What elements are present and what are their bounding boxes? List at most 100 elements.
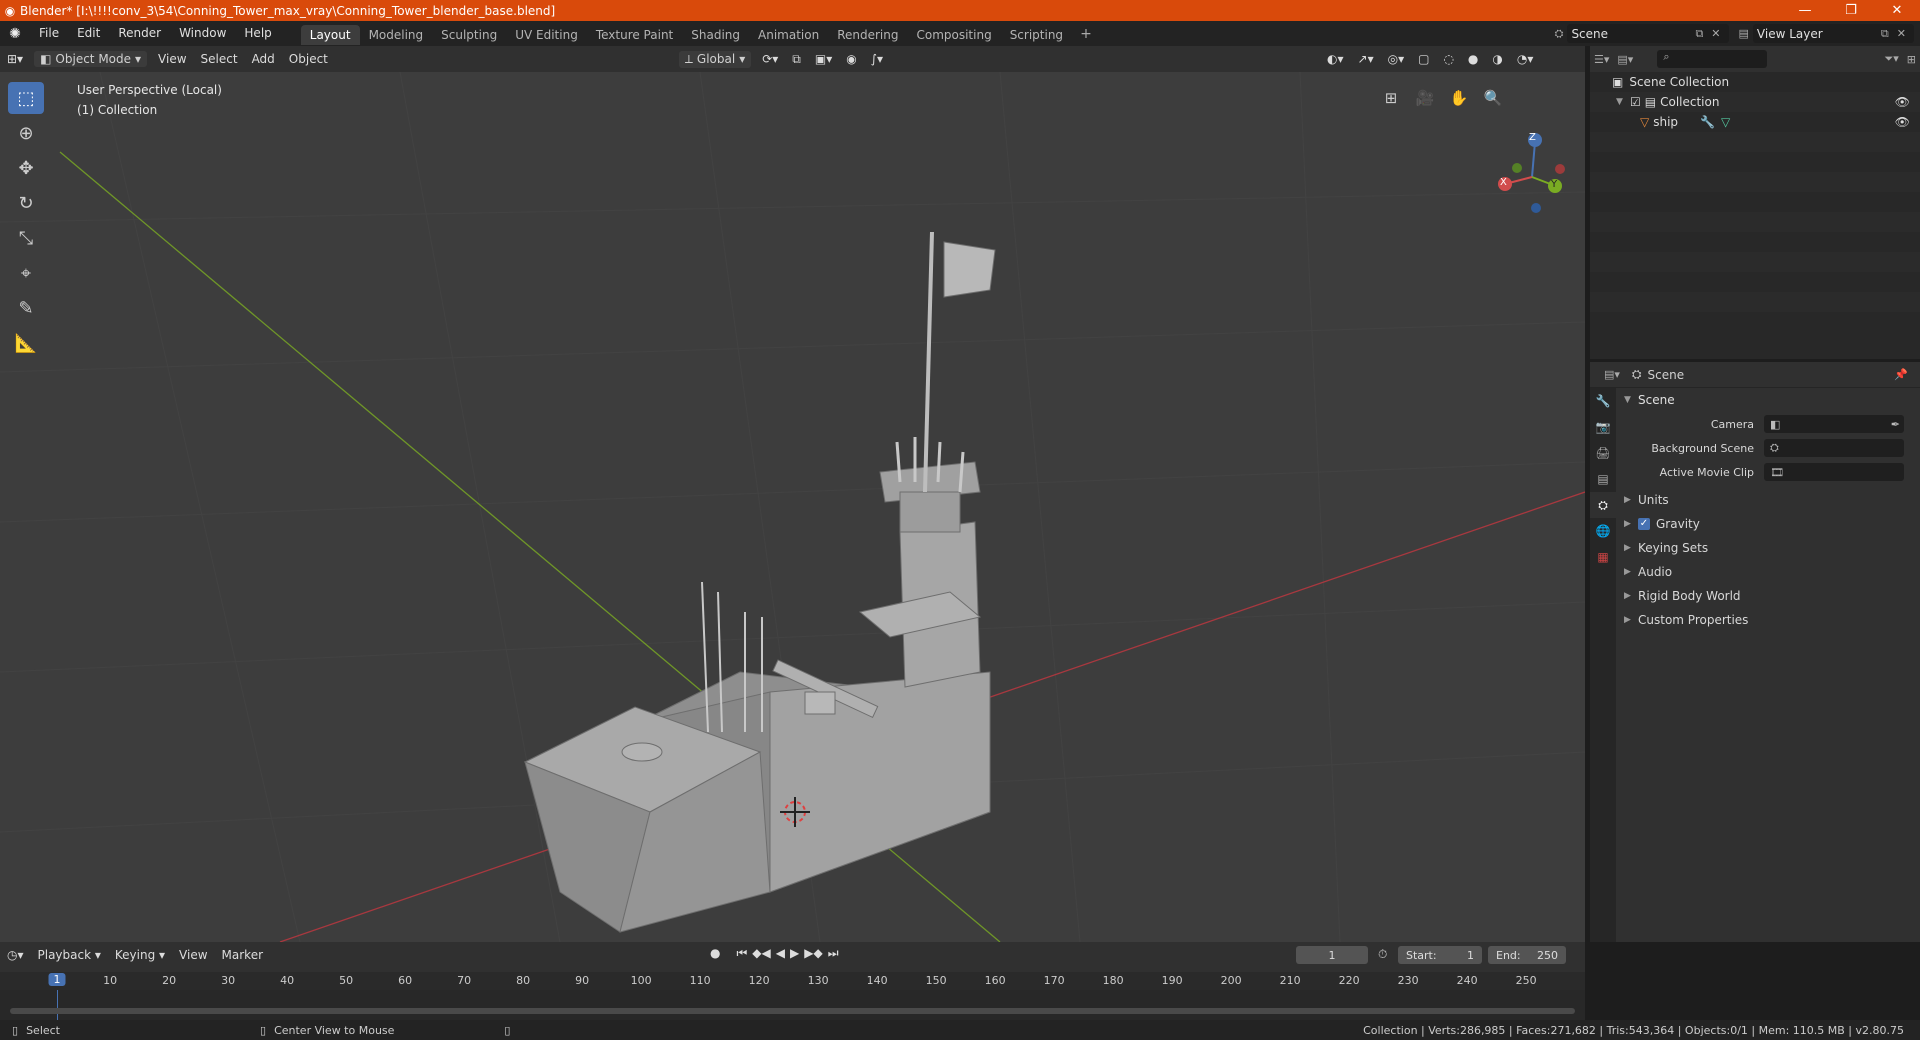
minimize-icon[interactable]: — (1782, 0, 1828, 21)
filter-icon[interactable]: ⏷▾ (1880, 52, 1902, 66)
tab-scripting[interactable]: Scripting (1001, 25, 1072, 45)
outliner-search-input[interactable]: ⌕ (1657, 50, 1768, 68)
transform-tool-icon[interactable]: ⌖ (8, 257, 44, 289)
background-scene-field[interactable]: ⛭ (1764, 439, 1904, 457)
duplicate-view-layer-icon[interactable]: ⧉ (1877, 27, 1893, 41)
tab-texture-paint[interactable]: Texture Paint (587, 25, 682, 45)
scene-name[interactable]: Scene (1571, 27, 1691, 41)
add-workspace-icon[interactable]: + (1072, 26, 1100, 42)
timeline-body[interactable] (0, 990, 1585, 1020)
current-frame-marker[interactable]: 1 (48, 973, 66, 986)
collapsed-triangle-icon[interactable]: ▶ (1624, 591, 1638, 601)
playhead-line[interactable] (57, 990, 58, 1020)
tab-compositing[interactable]: Compositing (907, 25, 1000, 45)
jump-end-icon[interactable]: ⏭ (828, 946, 839, 961)
delete-view-layer-icon[interactable]: ✕ (1893, 27, 1910, 40)
collapsed-triangle-icon[interactable]: ▶ (1624, 567, 1638, 577)
gizmo-x-label[interactable]: X (1500, 177, 1507, 188)
tab-animation[interactable]: Animation (749, 25, 828, 45)
collapsed-triangle-icon[interactable]: ▶ (1624, 543, 1638, 553)
menu-select[interactable]: Select (194, 52, 245, 66)
orientation-dropdown[interactable]: ⟂ Global ▾ (678, 50, 752, 68)
eyedropper-icon[interactable]: ✒ (1891, 418, 1900, 431)
menu-marker[interactable]: Marker (215, 948, 270, 962)
scene-panel-header[interactable]: ▼ Scene (1616, 388, 1920, 412)
jump-start-icon[interactable]: ⏮ (736, 946, 747, 961)
menu-timeline-view[interactable]: View (172, 948, 214, 962)
checkbox-icon[interactable]: ☑ (1630, 95, 1641, 109)
mesh-data-icon[interactable]: ▽ (1721, 115, 1730, 129)
outliner-row-scene-collection[interactable]: ▣ Scene Collection (1590, 72, 1920, 92)
menu-keying[interactable]: Keying ▾ (108, 948, 172, 962)
modifier-wrench-icon[interactable]: 🔧 (1700, 115, 1715, 129)
scale-tool-icon[interactable]: ⤡ (8, 222, 44, 254)
record-icon[interactable]: ● (710, 946, 720, 961)
view-layer-tab-icon[interactable]: ▤ (1590, 466, 1616, 492)
active-movie-clip-field[interactable]: 🎞 (1764, 463, 1904, 481)
timeline-editor-icon[interactable]: ◷▾ (0, 948, 31, 962)
outliner-editor-icon[interactable]: ☰▾ (1590, 53, 1613, 66)
view-layer-selector[interactable]: View Layer ⧉ ✕ (1752, 24, 1914, 43)
menu-render[interactable]: Render (109, 21, 170, 46)
stopwatch-icon[interactable]: ⏱ (1378, 947, 1387, 962)
menu-window[interactable]: Window (170, 21, 235, 46)
gravity-checkbox[interactable]: ✓ (1638, 518, 1650, 530)
scene-tab-icon[interactable]: ⛭ (1590, 492, 1616, 518)
pan-hand-icon[interactable]: ✋ (1447, 86, 1471, 110)
keying-sets-panel[interactable]: ▶ Keying Sets (1616, 536, 1920, 560)
tab-layout[interactable]: Layout (300, 24, 360, 45)
snap-target-icon[interactable]: ▣▾ (808, 52, 839, 66)
play-reverse-icon[interactable]: ◀ (776, 946, 785, 961)
timeline-ruler[interactable]: 1 10 20 30 40 50 60 70 80 90 100 110 120 130 140 150 16… (0, 972, 1585, 990)
units-panel[interactable]: ▶ Units (1616, 488, 1920, 512)
properties-editor-icon[interactable]: ▤▾ (1600, 368, 1624, 381)
expand-triangle-icon[interactable]: ▼ (1616, 97, 1630, 107)
pin-icon[interactable]: 📌 (1890, 368, 1912, 381)
gizmo-icon[interactable]: ↗▾ (1351, 52, 1381, 66)
prev-keyframe-icon[interactable]: ◆◀ (752, 946, 770, 961)
audio-panel[interactable]: ▶ Audio (1616, 560, 1920, 584)
proportional-edit-icon[interactable]: ◉ (839, 52, 863, 66)
outliner-row-ship[interactable]: ▽ ship 🔧 ▽ 👁 (1590, 112, 1920, 132)
current-frame-field[interactable]: 1 (1296, 946, 1368, 964)
wireframe-shading-icon[interactable]: ◌ (1436, 52, 1460, 66)
expand-triangle-icon[interactable]: ▼ (1624, 395, 1638, 405)
visibility-icon[interactable]: ◐▾ (1320, 52, 1351, 66)
menu-help[interactable]: Help (235, 21, 280, 46)
rigid-body-world-panel[interactable]: ▶ Rigid Body World (1616, 584, 1920, 608)
duplicate-scene-icon[interactable]: ⧉ (1691, 27, 1707, 41)
blender-logo-icon[interactable]: ✺ (0, 26, 30, 42)
rendered-shading-icon[interactable]: ◔▾ (1510, 52, 1541, 66)
xray-icon[interactable]: ▢ (1411, 52, 1436, 66)
editor-type-icon[interactable]: ⊞▾ (0, 52, 30, 66)
menu-object[interactable]: Object (282, 52, 335, 66)
zoom-icon[interactable]: 🔍 (1481, 86, 1505, 110)
falloff-icon[interactable]: ∫▾ (864, 52, 890, 66)
mode-dropdown[interactable]: ◧ Object Mode ▾ (34, 51, 148, 67)
tab-uv-editing[interactable]: UV Editing (506, 25, 587, 45)
scene-selector[interactable]: Scene ⧉ ✕ (1567, 24, 1729, 43)
eye-icon[interactable]: 👁 (1895, 115, 1910, 129)
view-layer-icon[interactable]: ▤ (1735, 27, 1753, 40)
collapsed-triangle-icon[interactable]: ▶ (1624, 615, 1638, 625)
gravity-panel[interactable]: ▶ ✓ Gravity (1616, 512, 1920, 536)
snap-icon[interactable]: ⧉ (785, 52, 808, 67)
overlay-icon[interactable]: ◎▾ (1381, 52, 1412, 66)
menu-view[interactable]: View (151, 52, 193, 66)
eye-icon[interactable]: 👁 (1895, 95, 1910, 109)
close-icon[interactable]: ✕ (1874, 0, 1920, 21)
move-tool-icon[interactable]: ✥ (8, 152, 44, 184)
measure-tool-icon[interactable]: 📐 (8, 327, 44, 359)
tab-shading[interactable]: Shading (682, 25, 749, 45)
collapsed-triangle-icon[interactable]: ▶ (1624, 495, 1638, 505)
menu-edit[interactable]: Edit (68, 21, 109, 46)
gizmo-y-label[interactable]: Y (1551, 179, 1557, 190)
menu-file[interactable]: File (30, 21, 68, 46)
texture-tab-icon[interactable]: ▦ (1590, 544, 1616, 570)
camera-view-icon[interactable]: 🎥 (1413, 86, 1437, 110)
delete-scene-icon[interactable]: ✕ (1707, 27, 1724, 40)
pivot-icon[interactable]: ⟳▾ (755, 52, 785, 66)
output-tab-icon[interactable]: 🖨 (1590, 440, 1616, 466)
tab-rendering[interactable]: Rendering (828, 25, 907, 45)
end-frame-field[interactable]: End: 250 (1488, 946, 1566, 964)
